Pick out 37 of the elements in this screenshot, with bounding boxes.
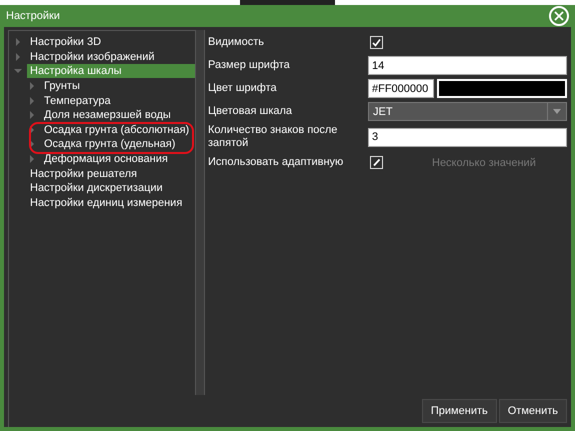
- property-label: Размер шрифта: [208, 59, 291, 72]
- tree-item[interactable]: Настройки изображений: [27, 50, 158, 64]
- dialog-button[interactable]: Отменить: [498, 399, 567, 423]
- tree-item[interactable]: Осадка грунта (удельная): [41, 137, 178, 152]
- input-field[interactable]: 14: [368, 56, 567, 75]
- tree-item[interactable]: Доля незамерзшей воды: [41, 108, 174, 122]
- expand-arrow-icon[interactable]: [27, 110, 37, 120]
- close-icon: [554, 11, 564, 21]
- tree-item[interactable]: Настройки дискретизации: [27, 181, 166, 196]
- tree-item[interactable]: Грунты: [41, 79, 83, 94]
- expand-arrow-icon[interactable]: [27, 96, 37, 106]
- tree-item[interactable]: Деформация основания: [41, 152, 171, 166]
- dropdown[interactable]: JET: [368, 102, 567, 121]
- input-field[interactable]: 3: [368, 128, 567, 146]
- tree-item[interactable]: Настройка шкалы: [27, 64, 195, 78]
- property-label: Количество знаков после запятой: [208, 124, 338, 150]
- tree-item[interactable]: Температура: [41, 94, 114, 108]
- expand-arrow-icon[interactable]: [13, 52, 23, 62]
- tree-item[interactable]: Осадка грунта (абсолютная): [41, 122, 192, 137]
- tree-item[interactable]: Настройки единиц измерения: [27, 196, 186, 210]
- property-label: Видимость: [208, 36, 265, 49]
- property-label: Использовать адаптивную: [208, 156, 344, 169]
- color-swatch[interactable]: [437, 79, 567, 98]
- checkbox[interactable]: [370, 36, 383, 49]
- dialog-button[interactable]: Применить: [422, 399, 497, 423]
- caret-icon: [553, 109, 561, 114]
- expand-arrow-icon[interactable]: [27, 154, 37, 164]
- property-label: Цветовая шкала: [208, 105, 294, 118]
- expand-arrow-icon[interactable]: [13, 37, 23, 48]
- mixed-values-note: Несколько значений: [432, 156, 536, 168]
- window-title: Настройки: [5, 10, 60, 22]
- tree-item[interactable]: Настройки решателя: [27, 166, 140, 181]
- checkbox[interactable]: [370, 156, 383, 169]
- color-hex-field[interactable]: #FF000000: [368, 79, 434, 98]
- expand-arrow-icon[interactable]: [27, 81, 37, 92]
- tree-item[interactable]: Настройки 3D: [27, 35, 104, 50]
- property-label: Цвет шрифта: [208, 82, 278, 95]
